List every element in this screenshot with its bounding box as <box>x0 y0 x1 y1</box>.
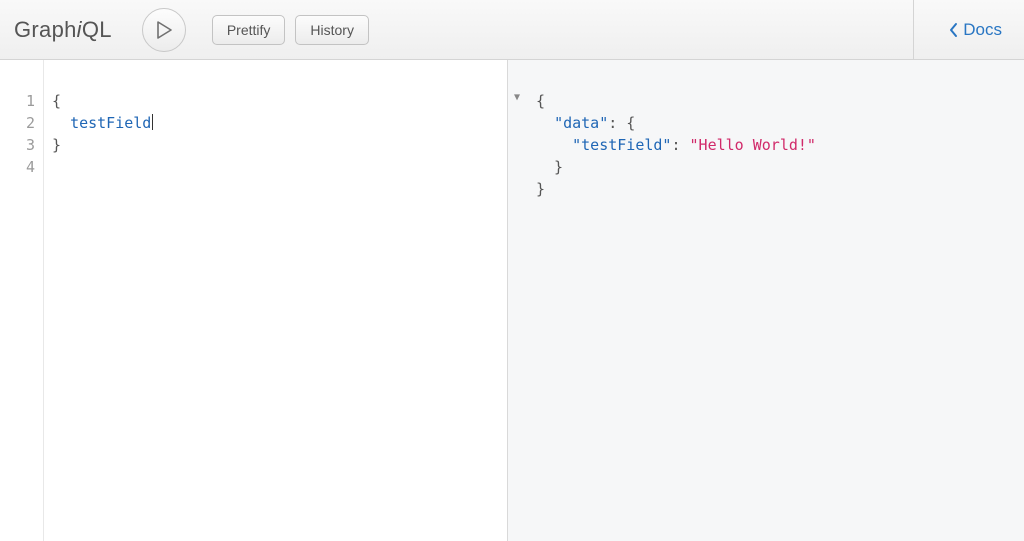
result-collapse-caret-icon[interactable]: ▼ <box>514 92 520 103</box>
docs-label: Docs <box>963 20 1002 40</box>
logo-text-graph: Graph <box>14 17 77 42</box>
toolbar: GraphiQL Prettify History Docs <box>0 0 1024 60</box>
docs-button[interactable]: Docs <box>948 0 1002 59</box>
line-number: 4 <box>0 156 35 178</box>
logo-text-ql: QL <box>82 17 112 42</box>
result-line: } <box>536 156 1012 178</box>
app-logo: GraphiQL <box>14 17 112 43</box>
editor-panes: 1234 { testField} ▼ { "data": { "testFie… <box>0 60 1024 541</box>
line-number: 1 <box>0 90 35 112</box>
code-line[interactable]: { <box>52 90 497 112</box>
query-editor-pane[interactable]: 1234 { testField} <box>0 60 508 541</box>
text-caret <box>152 114 153 130</box>
line-gutter: 1234 <box>0 60 44 541</box>
line-number: 3 <box>0 134 35 156</box>
result-viewer: { "data": { "testField": "Hello World!" … <box>536 90 1012 200</box>
chevron-left-icon <box>948 22 959 38</box>
result-line: "data": { <box>536 112 1012 134</box>
result-pane: ▼ { "data": { "testField": "Hello World!… <box>508 60 1024 541</box>
history-button[interactable]: History <box>295 15 369 45</box>
execute-button[interactable] <box>142 8 186 52</box>
prettify-button[interactable]: Prettify <box>212 15 286 45</box>
code-line[interactable]: } <box>52 134 497 156</box>
code-line[interactable]: testField <box>52 112 497 134</box>
line-number: 2 <box>0 112 35 134</box>
result-line: { <box>536 90 1012 112</box>
query-editor[interactable]: { testField} <box>44 60 507 541</box>
result-line: "testField": "Hello World!" <box>536 134 1012 156</box>
play-icon <box>156 21 172 39</box>
result-line: } <box>536 178 1012 200</box>
toolbar-divider <box>913 0 914 59</box>
